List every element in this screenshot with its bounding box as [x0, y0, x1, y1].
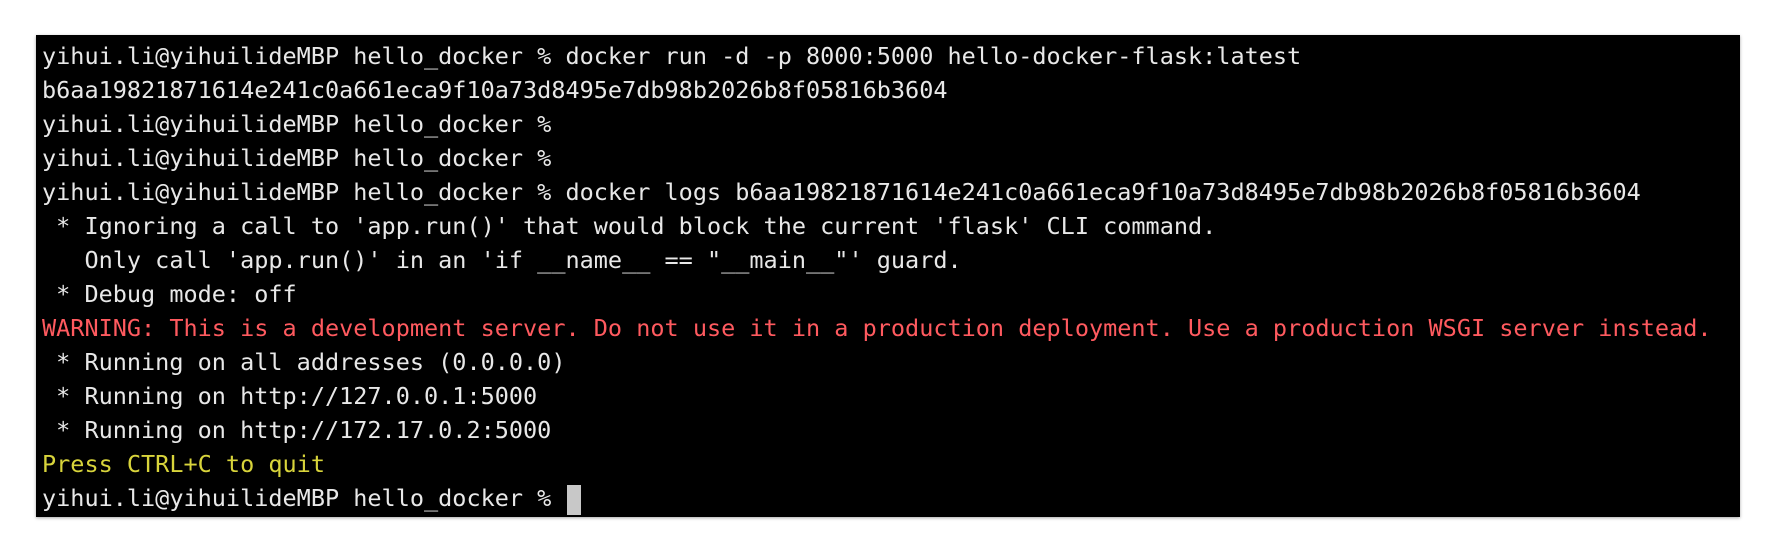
terminal-line-quit-notice: Press CTRL+C to quit: [42, 450, 325, 478]
terminal-input-line[interactable]: yihui.li@yihuilideMBP hello_docker %: [42, 481, 1740, 515]
text-cursor: [567, 484, 582, 515]
terminal-window[interactable]: yihui.li@yihuilideMBP hello_docker % doc…: [36, 35, 1740, 517]
terminal-line-log: Only call 'app.run()' in an 'if __name__…: [42, 246, 962, 274]
terminal-line-log: * Debug mode: off: [42, 280, 297, 308]
terminal-line-log: * Running on all addresses (0.0.0.0): [42, 348, 566, 376]
terminal-line-log: * Ignoring a call to 'app.run()' that wo…: [42, 212, 1217, 240]
terminal-line-empty-prompt: yihui.li@yihuilideMBP hello_docker %: [42, 144, 552, 172]
terminal-line-log: * Running on http://127.0.0.1:5000: [42, 382, 538, 410]
terminal-line-docker-run: yihui.li@yihuilideMBP hello_docker % doc…: [42, 42, 1302, 70]
terminal-line-log: * Running on http://172.17.0.2:5000: [42, 416, 552, 444]
terminal-line-container-id: b6aa19821871614e241c0a661eca9f10a73d8495…: [42, 76, 948, 104]
terminal-prompt: yihui.li@yihuilideMBP hello_docker %: [42, 484, 566, 512]
terminal-line-docker-logs: yihui.li@yihuilideMBP hello_docker % doc…: [42, 178, 1641, 206]
terminal-output: yihui.li@yihuilideMBP hello_docker % doc…: [42, 39, 1740, 515]
terminal-line-empty-prompt: yihui.li@yihuilideMBP hello_docker %: [42, 110, 552, 138]
terminal-line-warning: WARNING: This is a development server. D…: [42, 314, 1712, 342]
